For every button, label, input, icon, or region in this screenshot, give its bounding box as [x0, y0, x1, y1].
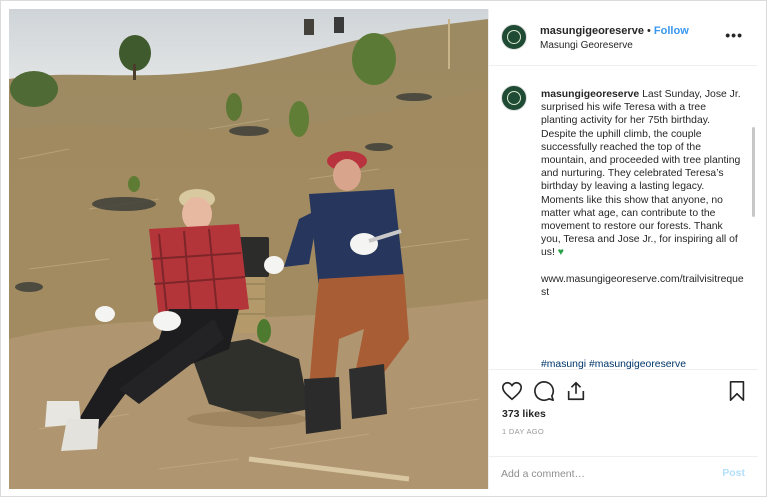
header-username[interactable]: masungigeoreserve — [540, 25, 644, 37]
heart-icon[interactable] — [501, 380, 523, 402]
green-heart-emoji-icon: ♥ — [557, 247, 564, 259]
georeserve-logo-icon — [507, 30, 521, 44]
photo-scene — [9, 9, 488, 489]
hashtags[interactable]: #masungi #masungigeoreserve — [541, 359, 686, 369]
follow-button[interactable]: Follow — [654, 25, 689, 37]
likes-count[interactable]: 373 likes — [502, 408, 546, 420]
post-timestamp[interactable]: 1 DAY AGO — [502, 427, 544, 436]
caption-text: masungigeoreserve Last Sunday, Jose Jr. … — [541, 88, 745, 299]
post-dialog: masungigeoreserve • Follow Masungi Geore… — [0, 0, 767, 497]
more-options-icon[interactable]: ••• — [725, 27, 743, 43]
separator-dot: • — [647, 25, 651, 37]
caption-username[interactable]: masungigeoreserve — [541, 89, 639, 100]
post-header: masungigeoreserve • Follow Masungi Geore… — [489, 9, 757, 66]
comment-bubble-icon[interactable] — [533, 380, 555, 402]
bookmark-icon[interactable] — [726, 380, 748, 402]
comment-input[interactable] — [501, 465, 706, 483]
post-photo[interactable] — [9, 9, 488, 489]
caption-area: masungigeoreserve Last Sunday, Jose Jr. … — [489, 67, 758, 369]
post-sidebar: masungigeoreserve • Follow Masungi Geore… — [488, 9, 758, 489]
avatar[interactable] — [501, 24, 527, 50]
post-comment-button[interactable]: Post — [722, 467, 745, 479]
georeserve-logo-icon — [507, 91, 521, 105]
caption-body: Last Sunday, Jose Jr. surprised his wife… — [541, 89, 741, 259]
location-link[interactable]: Masungi Georeserve — [540, 40, 633, 51]
caption-scrollbar[interactable] — [752, 127, 755, 217]
header-username-row: masungigeoreserve • Follow — [540, 25, 689, 37]
caption-avatar[interactable] — [501, 85, 527, 111]
share-icon[interactable] — [565, 380, 587, 402]
action-bar: 373 likes 1 DAY AGO — [489, 369, 758, 456]
comment-bar: Post — [489, 456, 758, 489]
caption-link[interactable]: www.masungigeoreserve.com/trailvisitrequ… — [541, 273, 745, 299]
